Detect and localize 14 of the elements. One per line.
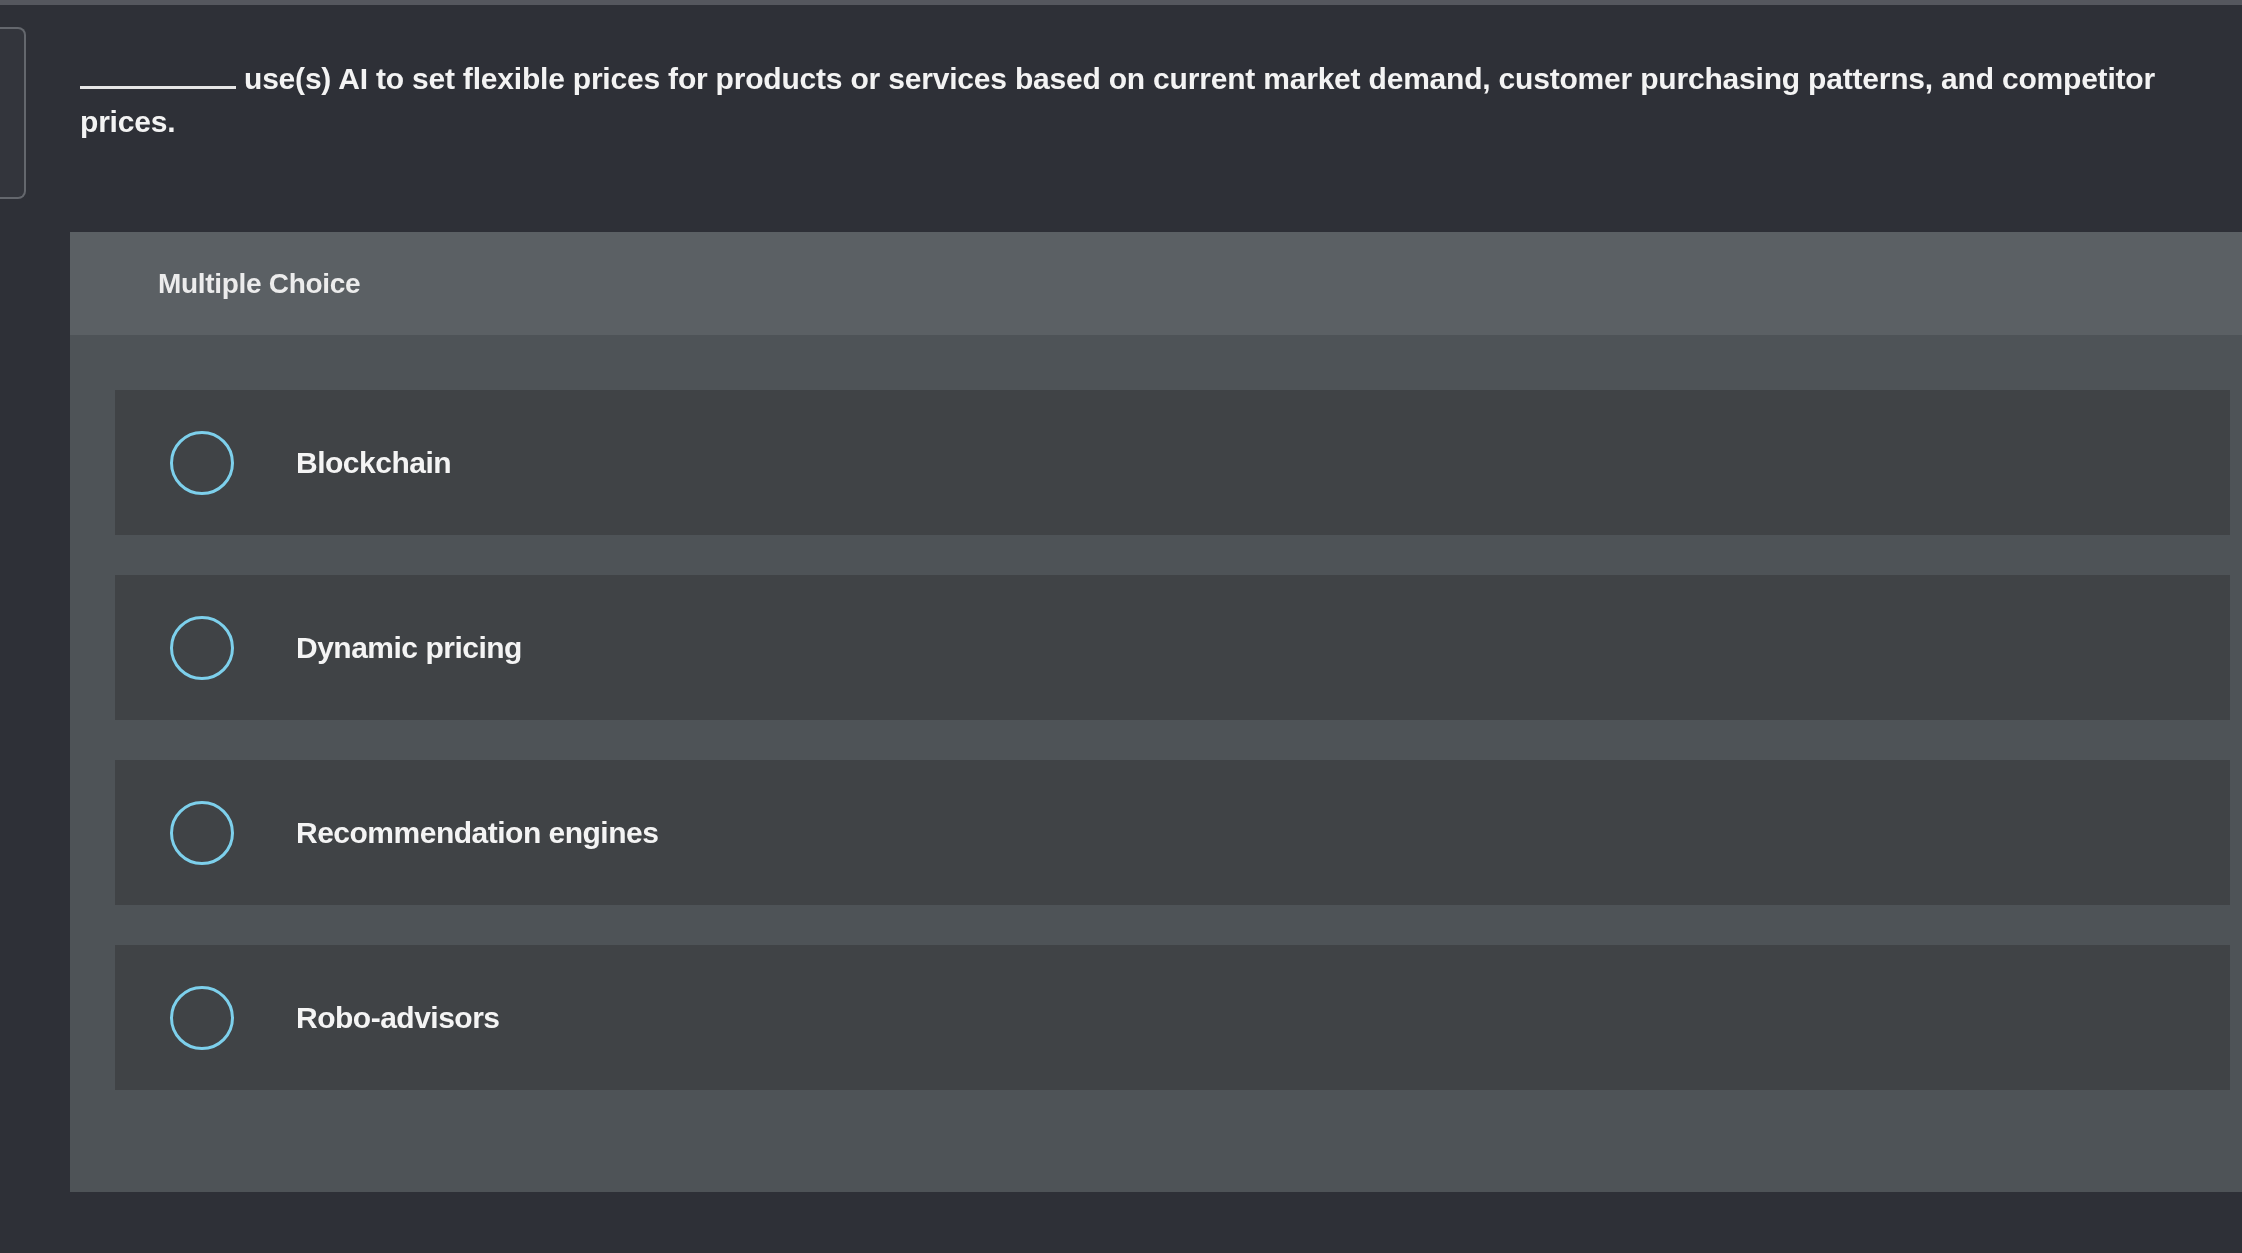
answer-option[interactable]: Dynamic pricing (115, 575, 2230, 720)
option-label: Dynamic pricing (296, 630, 522, 666)
radio-button[interactable] (170, 430, 234, 495)
question-type-label: Multiple Choice (158, 266, 361, 301)
answer-option[interactable]: Blockchain (115, 390, 2230, 535)
radio-button[interactable] (170, 800, 234, 865)
answer-option[interactable]: Recommendation engines (115, 760, 2230, 905)
radio-button[interactable] (170, 615, 234, 680)
question-text: use(s) AI to set flexible prices for products or services based on current market demand, customer purchasing patterns, and competitor prices. (70, 57, 2160, 143)
answer-option[interactable]: Robo-advisors (115, 945, 2230, 1090)
option-label: Robo-advisors (296, 1000, 500, 1036)
option-label: Recommendation engines (296, 815, 659, 851)
radio-button[interactable] (170, 985, 234, 1050)
option-label: Blockchain (296, 445, 452, 481)
